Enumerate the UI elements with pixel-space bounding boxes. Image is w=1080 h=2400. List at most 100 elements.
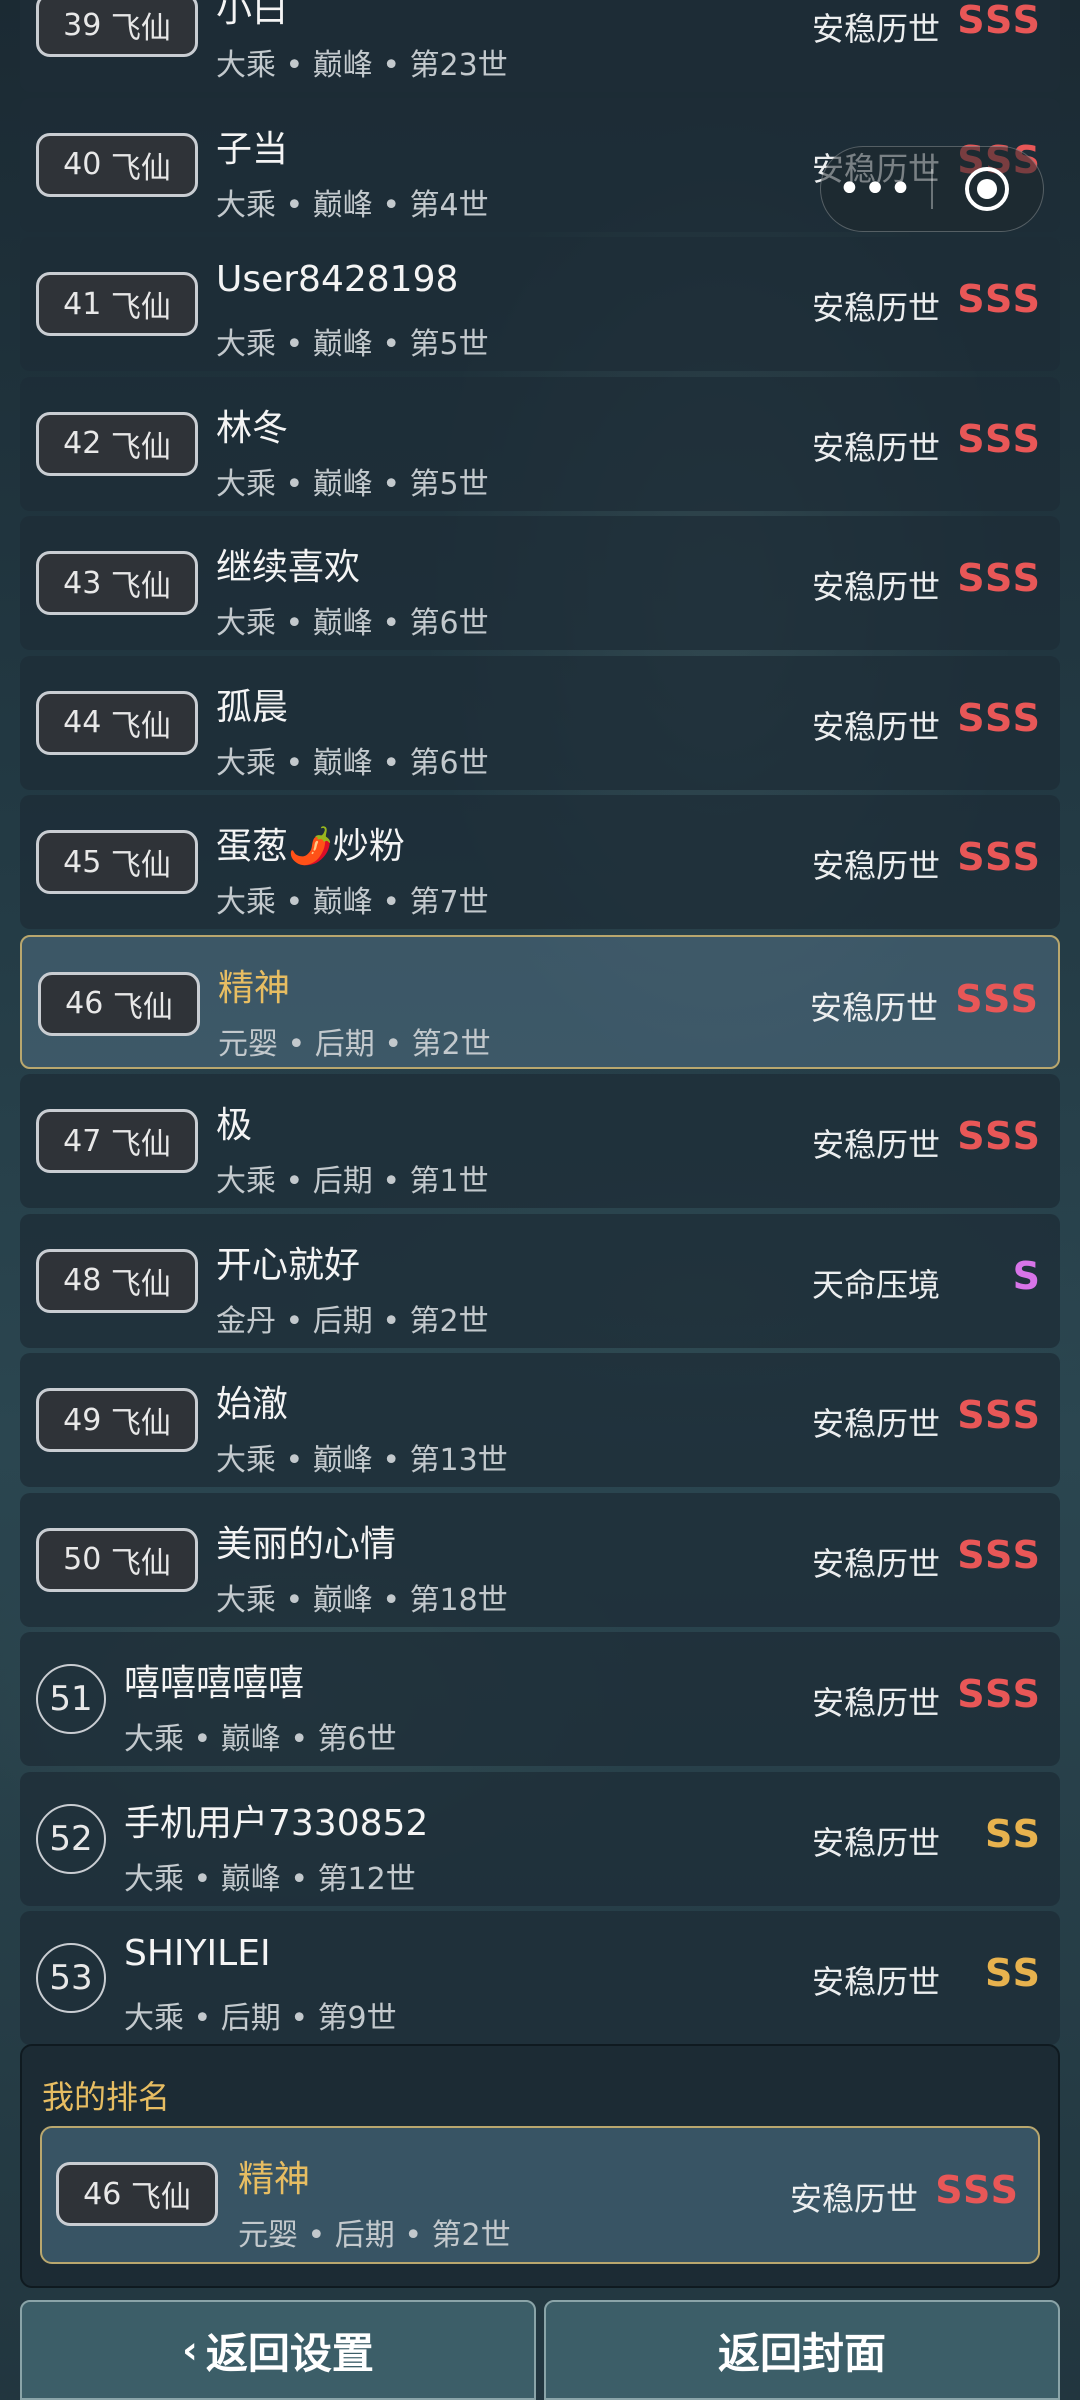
life-text: 第12世 [317, 1861, 416, 1897]
stage-text: 大乘 • 巅峰 [216, 48, 373, 83]
capsule-divider [931, 169, 933, 209]
rank-realm: 飞仙 [110, 569, 171, 604]
rank-realm: 飞仙 [110, 1266, 171, 1302]
player-status: 安稳历世 [811, 707, 940, 746]
player-grade: SSS [957, 0, 1042, 42]
player-stage: 大乘 • 巅峰 • 第5世 [216, 327, 489, 362]
player-status: 安稳历世 [811, 847, 940, 885]
my-rank-title: 我的排名 [42, 2078, 171, 2116]
ranking-row[interactable]: 47 飞仙极大乘 • 后期 • 第1世 安稳历世 SSS [20, 1074, 1060, 1208]
rank-realm: 飞仙 [110, 1406, 171, 1441]
player-stage: 大乘 • 巅峰 • 第18世 [216, 1582, 508, 1618]
more-menu-button[interactable]: ••• [821, 166, 931, 212]
player-grade: SSS [957, 1114, 1042, 1158]
player-stage: 元婴 • 后期 • 第2世 [218, 1026, 491, 1062]
life-text: 第5世 [409, 466, 489, 502]
rank-realm: 飞仙 [110, 848, 171, 883]
rank-badge: 45 飞仙 [36, 830, 198, 894]
miniprogram-capsule[interactable]: ••• [820, 146, 1044, 232]
player-stage: 大乘 • 巅峰 • 第12世 [124, 1861, 416, 1897]
player-status: 安稳历世 [811, 1544, 940, 1583]
player-grade: SSS [935, 2168, 1020, 2212]
back-to-cover-button[interactable]: 返回封面 [544, 2300, 1060, 2400]
player-grade: S [1012, 1253, 1042, 1298]
rank-number: 39 [63, 7, 102, 43]
ranking-row[interactable]: 48 飞仙 开心就好 金丹 • 后期 • 第2世 天命压境 S [20, 1213, 1060, 1348]
player-stage: 大乘 • 巅峰 • 第4世 [216, 187, 489, 223]
player-name: 嘻嘻嘻嘻嘻 [124, 1663, 305, 1704]
stage-text: 大乘 • 巅峰 [216, 745, 373, 781]
stage-text: 金丹 • 后期 [216, 1303, 373, 1339]
ranking-row[interactable]: 44 飞仙 孤晨 大乘 • 巅峰 • 第6世 安稳历世 SSS [20, 655, 1060, 790]
player-status: 安稳历世 [811, 1126, 940, 1164]
player-grade: SSS [957, 556, 1042, 600]
player-grade: SSS [957, 695, 1042, 740]
player-status: 安稳历世 [811, 1823, 940, 1862]
life-text: 第23世 [409, 48, 508, 83]
player-stage: 大乘 • 后期 • 第9世 [124, 2001, 397, 2036]
player-stage: 大乘 • 巅峰 • 第6世 [124, 1722, 397, 1757]
player-name: 极 [216, 1105, 253, 1146]
stage-text: 大乘 • 巅峰 [216, 1443, 373, 1478]
player-status: 安稳历世 [811, 568, 940, 606]
chevron-left-icon: ‹ [182, 2328, 198, 2372]
rank-badge: 41 飞仙 [36, 272, 198, 336]
life-text: 第6世 [409, 745, 489, 781]
player-name: 继续喜欢 [216, 547, 361, 588]
rank-realm: 飞仙 [110, 150, 171, 186]
player-grade: SS [984, 1951, 1042, 1995]
rank-number: 45 [63, 844, 102, 880]
player-name: 手机用户7330852 [124, 1802, 429, 1844]
player-stage: 大乘 • 巅峰 • 第13世 [216, 1443, 508, 1478]
player-grade: SS [984, 1811, 1042, 1856]
stage-text: 大乘 • 巅峰 [216, 606, 373, 641]
ranking-row[interactable]: 51 嘻嘻嘻嘻嘻 大乘 • 巅峰 • 第6世 安稳历世 SSS [20, 1632, 1060, 1766]
ranking-row[interactable]: 49 飞仙 始澈 大乘 • 巅峰 • 第13世 安稳历世 SSS [20, 1353, 1060, 1487]
ranking-row[interactable]: 52 手机用户7330852 大乘 • 巅峰 • 第12世 安稳历世 SS [20, 1771, 1060, 1906]
back-to-cover-label: 返回封面 [717, 2328, 886, 2378]
player-grade: SSS [957, 277, 1042, 321]
life-text: 第2世 [431, 2218, 511, 2253]
player-status: 安稳历世 [811, 1684, 940, 1722]
rank-badge: 44 飞仙 [36, 690, 198, 755]
ranking-row[interactable]: 42 飞仙 林冬 大乘 • 巅峰 • 第5世 安稳历世 SSS [20, 376, 1060, 511]
player-status: 安稳历世 [811, 1405, 940, 1443]
stage-text: 大乘 • 巅峰 [216, 466, 373, 502]
life-text: 第13世 [409, 1443, 508, 1478]
player-name: 蛋葱🌶️炒粉 [216, 826, 405, 867]
ranking-row[interactable]: 46 飞仙 精神 元婴 • 后期 • 第2世 安稳历世 SSS [20, 934, 1060, 1069]
ranking-row[interactable]: 53 SHIYILEI 大乘 • 后期 • 第9世 安稳历世 SS [20, 1911, 1060, 2045]
player-name: SHIYILEI [124, 1933, 271, 1974]
player-status: 安稳历世 [789, 2180, 918, 2218]
player-name: 子当 [216, 128, 289, 170]
stage-text: 大乘 • 巅峰 [124, 1861, 281, 1897]
player-name: 小白 [216, 0, 289, 30]
rank-badge: 50 飞仙 [36, 1527, 198, 1592]
stage-text: 大乘 • 巅峰 [124, 1722, 281, 1757]
target-icon[interactable] [964, 167, 1009, 211]
player-stage: 大乘 • 巅峰 • 第23世 [216, 48, 508, 83]
player-name: 开心就好 [216, 1244, 361, 1286]
back-to-settings-button[interactable]: ‹ 返回设置 [20, 2300, 536, 2400]
ranking-row[interactable]: 41 飞仙 User8428198 大乘 • 巅峰 • 第5世 安稳历世 SSS [20, 237, 1060, 371]
rank-number: 42 [63, 426, 102, 461]
ranking-row[interactable]: 43 飞仙 继续喜欢 大乘 • 巅峰 • 第6世 安稳历世 SSS [20, 516, 1060, 650]
ranking-row[interactable]: 39 飞仙 小白 大乘 • 巅峰 • 第23世 安稳历世 SSS [20, 0, 1060, 92]
ranking-row[interactable]: 50 飞仙 美丽的心情 大乘 • 巅峰 • 第18世 安稳历世 SSS [20, 1492, 1060, 1627]
stage-text: 大乘 • 巅峰 [216, 327, 373, 362]
rank-badge: 47 飞仙 [36, 1109, 198, 1173]
ranking-row[interactable]: 45 飞仙 蛋葱🌶️炒粉 大乘 • 巅峰 • 第7世 安稳历世 SSS [20, 795, 1060, 929]
rank-realm: 飞仙 [110, 290, 171, 325]
rank-realm: 飞仙 [110, 1127, 171, 1162]
player-name: 林冬 [216, 407, 289, 449]
life-text: 第6世 [317, 1722, 397, 1757]
life-text: 第5世 [409, 327, 489, 362]
player-stage: 大乘 • 后期 • 第1世 [216, 1164, 489, 1199]
player-stage: 大乘 • 巅峰 • 第5世 [216, 466, 489, 502]
ranking-list[interactable]: 39 飞仙 小白 大乘 • 巅峰 • 第23世 安稳历世 SSS 40 飞仙 子当 大乘 • … [20, 0, 1060, 2051]
stage-text: 大乘 • 后期 [124, 2001, 281, 2036]
stage-text: 大乘 • 巅峰 [216, 885, 373, 920]
rank-circle-badge: 51 [36, 1664, 106, 1734]
rank-badge: 43 飞仙 [36, 551, 198, 615]
my-rank-card[interactable]: 46 飞仙 精神 元婴 • 后期 • 第2世 安稳历世 SSS [40, 2126, 1040, 2264]
